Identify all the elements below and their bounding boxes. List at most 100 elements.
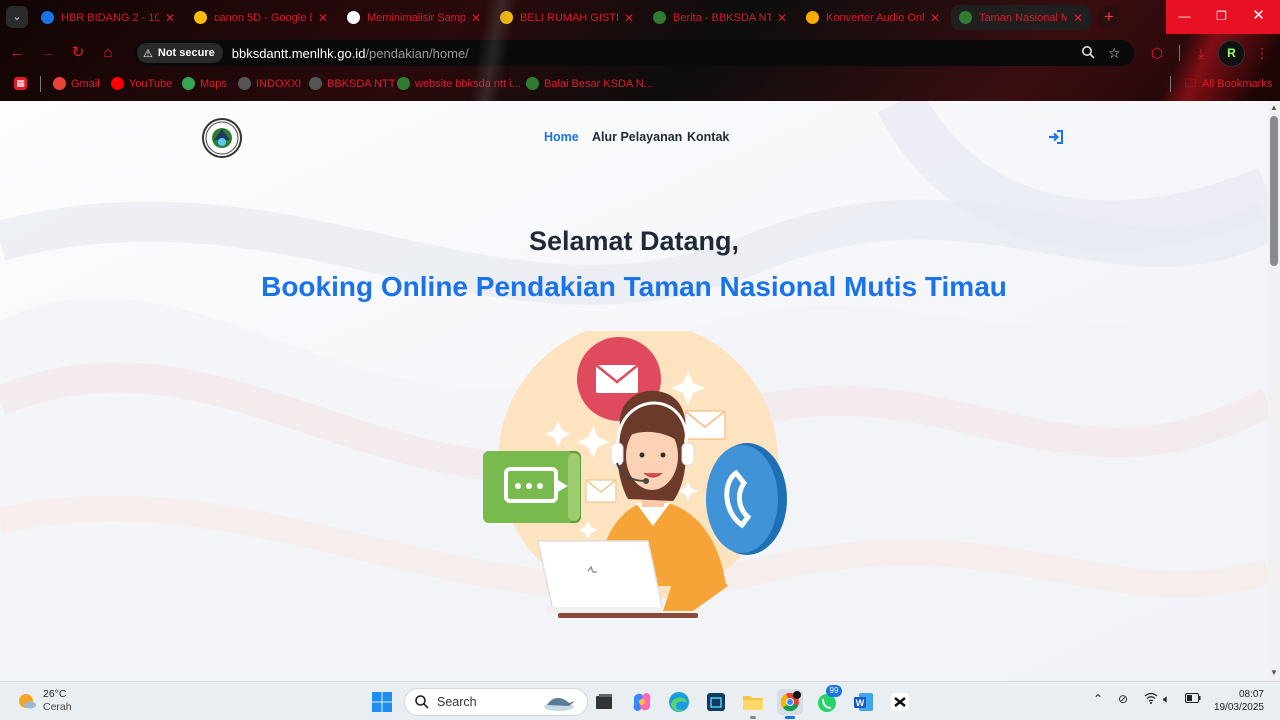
profile-avatar[interactable]: R	[1218, 40, 1245, 67]
weather-widget[interactable]: 26°C Cerah	[17, 688, 72, 714]
all-bookmarks-label: All Bookmarks	[1202, 77, 1273, 90]
all-bookmarks[interactable]: 🗀 All Bookmarks	[1184, 77, 1272, 90]
battery-icon[interactable]	[1185, 692, 1201, 706]
gmail-icon	[53, 77, 66, 90]
address-bar[interactable]: ⚠ Not secure bbksdantt.menlhk.go.id/pend…	[134, 40, 1134, 66]
close-tab-icon[interactable]: ✕	[471, 11, 481, 25]
search-placeholder: Search	[437, 695, 477, 709]
copilot-icon[interactable]	[629, 689, 655, 715]
close-tab-icon[interactable]: ✕	[777, 11, 787, 25]
close-tab-icon[interactable]: ✕	[624, 11, 634, 25]
close-tab-icon[interactable]: ✕	[1073, 11, 1083, 25]
youtube-icon	[111, 77, 124, 90]
word-icon[interactable]: W	[851, 689, 877, 715]
taskbar-search[interactable]: Search	[404, 688, 588, 716]
scroll-up-arrow[interactable]: ▲	[1270, 103, 1278, 112]
tab-title: Meminimalisir Samp	[367, 11, 465, 24]
task-view-icon[interactable]	[591, 689, 617, 715]
apps-grid-icon[interactable]: ▦	[14, 77, 32, 90]
volume-icon[interactable]: 🔈︎	[1163, 692, 1170, 707]
welcome-heading: Selamat Datang,	[528, 226, 740, 256]
phone-bubble-icon	[706, 443, 787, 555]
close-tab-icon[interactable]: ✕	[930, 11, 940, 25]
file-explorer-icon[interactable]	[740, 689, 766, 719]
download-icon[interactable]: ⤓	[1190, 42, 1212, 64]
globe-icon	[238, 77, 251, 90]
browser-tab[interactable]: HBR BIDANG 2 - 100 ✕	[33, 5, 183, 30]
back-button[interactable]: ←	[5, 41, 29, 65]
windows-start-icon[interactable]	[369, 689, 395, 715]
reload-button[interactable]: ↻	[66, 41, 90, 65]
small-envelope-icon	[585, 479, 617, 503]
browser-tab[interactable]: Meminimalisir Samp ✕	[339, 5, 489, 30]
restore-button[interactable]: ❐	[1203, 0, 1240, 34]
bookmark-item[interactable]: BBKSDA NTT	[309, 77, 395, 90]
close-window-button[interactable]: ✕	[1240, 0, 1277, 34]
bookmark-label: Balai Besar KSDA N...	[544, 77, 653, 90]
nav-link[interactable]: Home	[544, 130, 579, 144]
bookmark-label: YouTube	[129, 77, 173, 90]
close-tab-icon[interactable]: ✕	[318, 11, 328, 25]
browser-tab[interactable]: canon 5D - Google D ✕	[186, 5, 336, 30]
site-logo[interactable]	[202, 118, 242, 158]
globe-icon	[309, 77, 322, 90]
browser-tab[interactable]: Konverter Audio Onl ✕	[798, 5, 948, 30]
divider	[40, 76, 41, 92]
zoom-search-icon[interactable]	[1081, 45, 1095, 62]
nav-link[interactable]: Alur Pelayanan	[592, 130, 682, 144]
tab-title: canon 5D - Google D	[214, 11, 312, 24]
browser-tab[interactable]: BELI RUMAH GISTIN ✕	[492, 5, 642, 30]
bookmark-item[interactable]: website bbksda ntt i...	[397, 77, 521, 90]
bookmark-item[interactable]: Balai Besar KSDA N...	[526, 77, 653, 90]
tab-title: HBR BIDANG 2 - 100	[61, 11, 159, 24]
divider	[1170, 76, 1171, 92]
login-icon[interactable]	[1048, 129, 1064, 145]
divider	[1179, 45, 1180, 61]
toolbar: ← → ↻ ⌂ ⚠ Not secure bbksdantt.menlhk.go…	[0, 36, 1280, 70]
browser-tab[interactable]: Taman Nasional Mut ✕	[951, 5, 1091, 30]
bookmark-item[interactable]: INDOXXI	[238, 77, 301, 90]
booking-headline: Booking Online Pendakian Taman Nasional …	[261, 271, 1007, 302]
menu-kebab-icon[interactable]: ⋮	[1251, 42, 1273, 64]
forward-button[interactable]: →	[35, 41, 59, 65]
site-icon	[526, 77, 539, 90]
scroll-down-arrow[interactable]: ▼	[1270, 668, 1278, 677]
whatsapp-icon[interactable]: 99	[814, 685, 842, 715]
store-app-icon[interactable]	[703, 689, 729, 715]
bookmark-item[interactable]: Gmail	[53, 77, 100, 90]
tab-search-button[interactable]: ⌄	[6, 6, 28, 28]
tab-favicon-icon	[41, 11, 54, 24]
browser-tab[interactable]: Berita - BBKSDA NTT ✕	[645, 5, 795, 30]
bookmark-star-icon[interactable]: ☆	[1108, 45, 1121, 62]
whatsapp-badge: 99	[826, 685, 842, 697]
close-tab-icon[interactable]: ✕	[165, 11, 175, 25]
bookmark-item[interactable]: YouTube	[111, 77, 172, 90]
bookmark-label: Gmail	[71, 77, 100, 90]
edge-icon[interactable]	[666, 689, 692, 715]
wifi-icon[interactable]	[1144, 692, 1158, 707]
url-text[interactable]: bbksdantt.menlhk.go.id/pendakian/home/	[232, 46, 469, 61]
bookmark-label: Maps	[200, 77, 227, 90]
scroll-thumb[interactable]	[1270, 116, 1278, 266]
capcut-icon[interactable]	[887, 689, 913, 715]
system-clock[interactable]: 08:07 19/03/2025	[1206, 688, 1264, 714]
page-scrollbar[interactable]: ▲ ▼	[1268, 101, 1280, 681]
extension-icon[interactable]: ⬡	[1146, 42, 1168, 64]
chrome-icon[interactable]	[777, 689, 803, 719]
home-button[interactable]: ⌂	[96, 41, 120, 65]
security-chip[interactable]: ⚠ Not secure	[137, 43, 223, 63]
bookmark-item[interactable]: Maps	[182, 77, 227, 90]
nav-link[interactable]: Kontak	[687, 130, 729, 144]
chat-bubble-icon	[483, 451, 581, 523]
new-tab-button[interactable]: +	[1097, 5, 1121, 29]
tab-favicon-icon	[194, 11, 207, 24]
minimize-button[interactable]: —	[1166, 0, 1203, 34]
security-label: Not secure	[157, 47, 215, 59]
maps-icon	[182, 77, 195, 90]
network-status-icon[interactable]: ⊘	[1118, 692, 1128, 706]
bookmark-label: BBKSDA NTT	[327, 77, 396, 90]
tab-strip: ⌄ HBR BIDANG 2 - 100 ✕ canon 5D - Google D…	[0, 0, 1280, 34]
envelope-icon	[684, 410, 726, 440]
show-hidden-icons-chevron[interactable]: ⌃	[1093, 692, 1103, 706]
tab-favicon-icon	[347, 11, 360, 24]
